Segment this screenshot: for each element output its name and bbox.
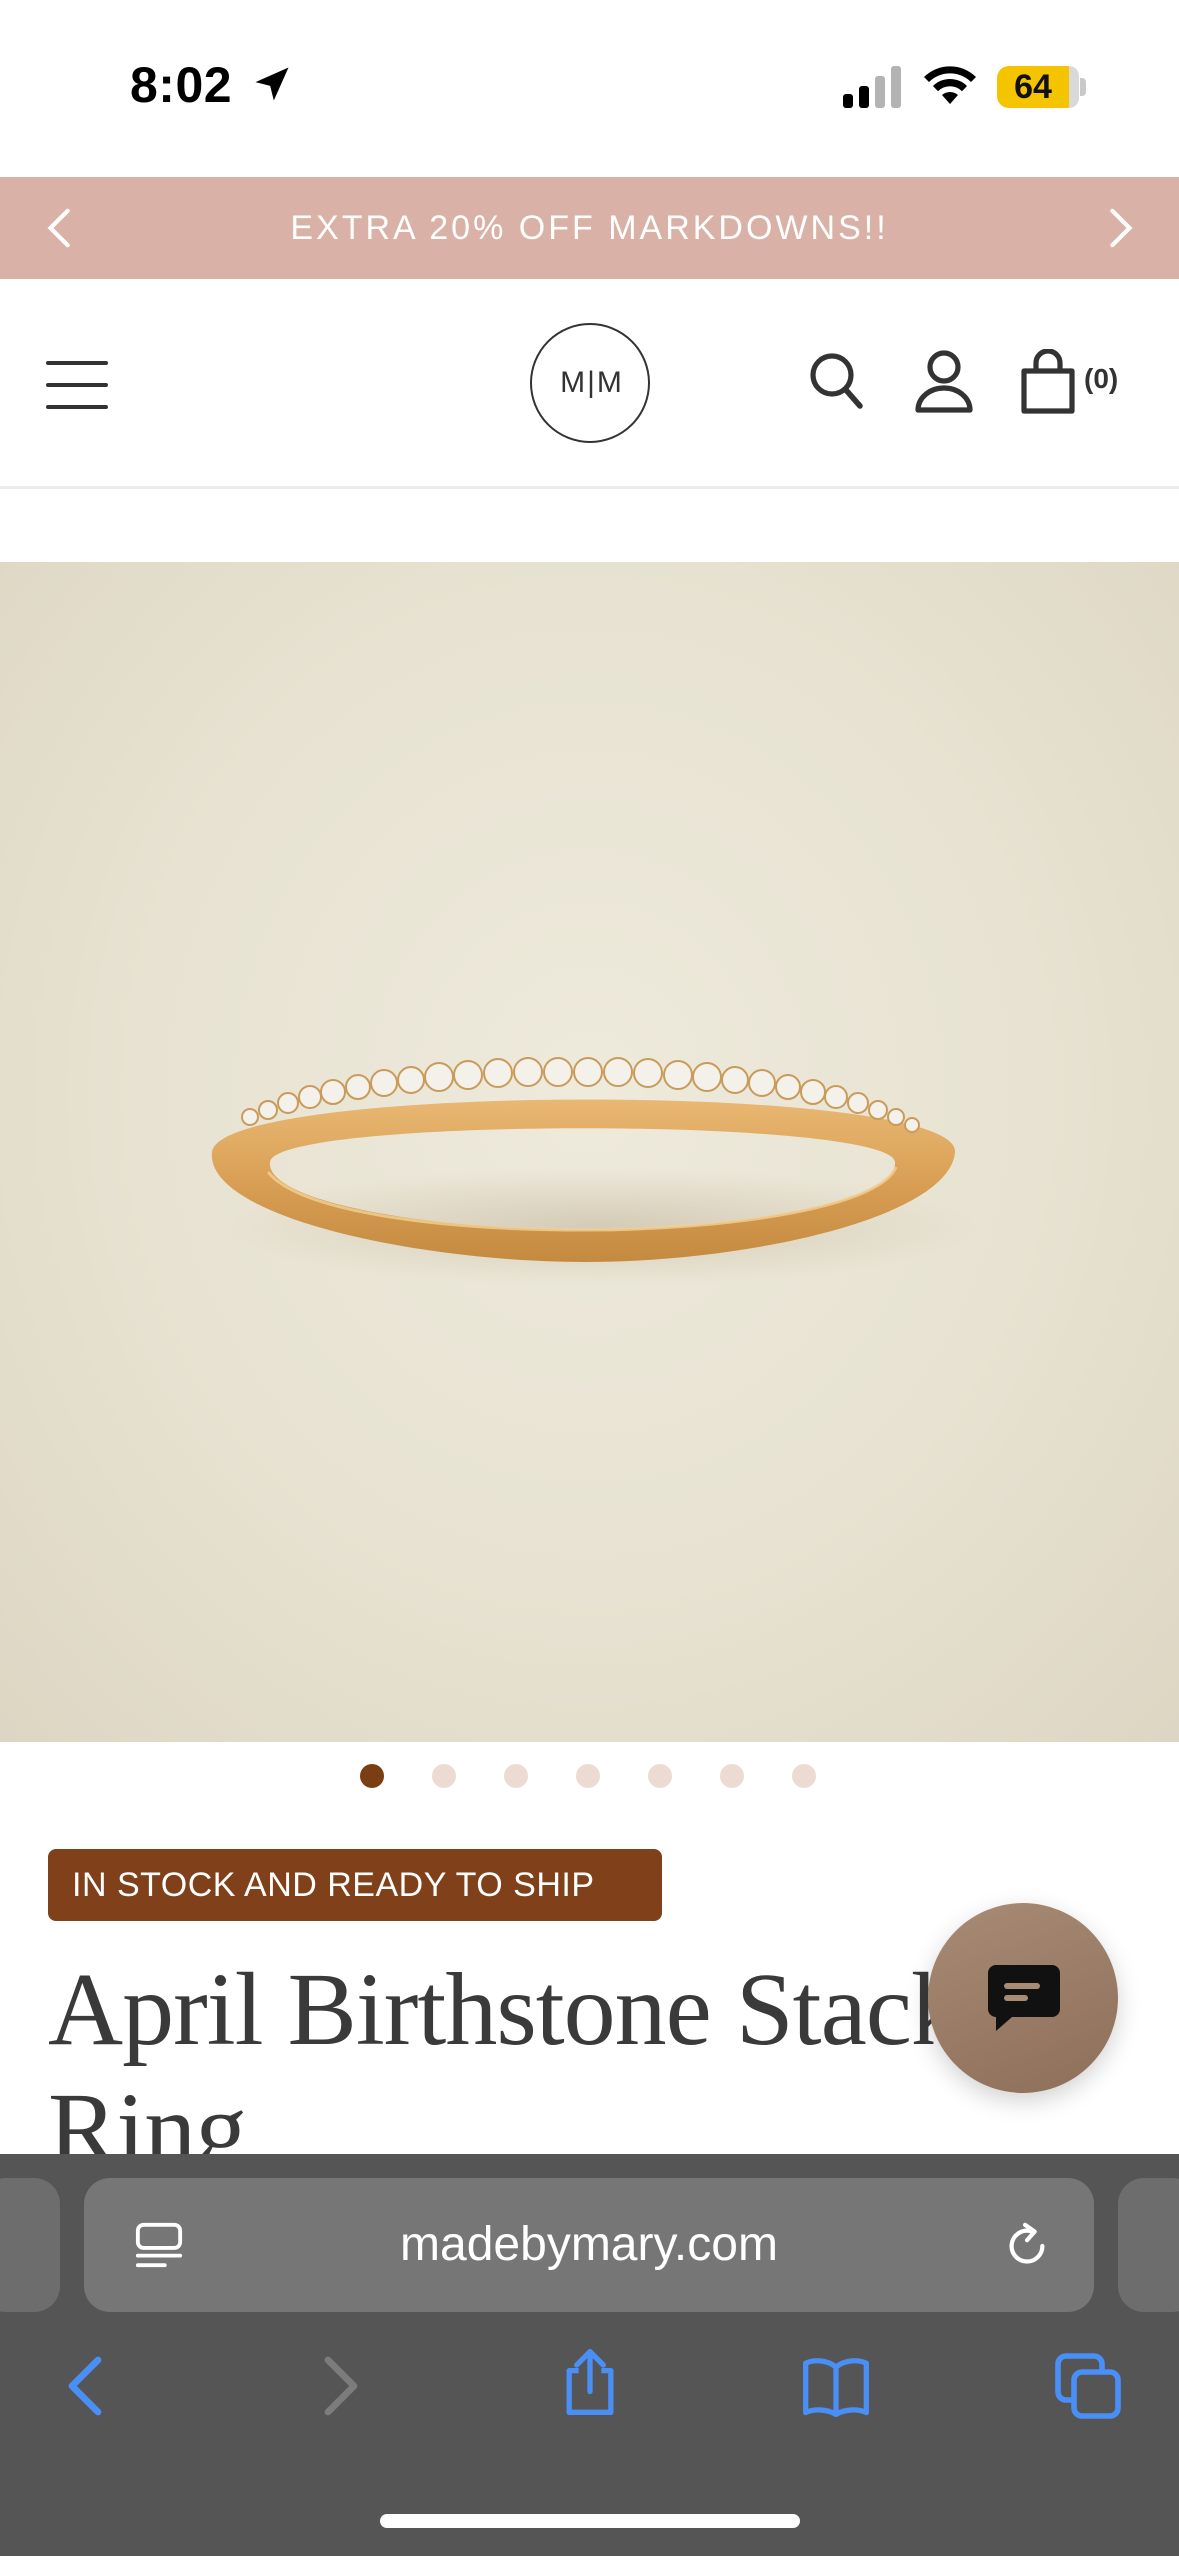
tabs-icon[interactable] bbox=[1052, 2350, 1124, 2422]
search-icon[interactable] bbox=[808, 351, 864, 411]
home-indicator bbox=[380, 2514, 800, 2528]
browser-chrome: madebymary.com bbox=[0, 2154, 1179, 2556]
hamburger-menu-icon[interactable] bbox=[46, 357, 108, 413]
carousel-dot[interactable] bbox=[360, 1764, 384, 1788]
logo-text: M|M bbox=[560, 366, 624, 399]
battery-empty-portion bbox=[1069, 66, 1079, 108]
site-header: M|M (0) bbox=[0, 279, 1179, 489]
carousel-dot[interactable] bbox=[792, 1764, 816, 1788]
wifi-icon bbox=[924, 66, 976, 104]
chat-button[interactable] bbox=[928, 1903, 1118, 2093]
user-icon[interactable] bbox=[914, 349, 974, 413]
cellular-signal-icon bbox=[843, 66, 901, 108]
bookmarks-icon[interactable] bbox=[800, 2350, 872, 2422]
carousel-dot[interactable] bbox=[504, 1764, 528, 1788]
status-bar: 8:02 64 bbox=[0, 0, 1179, 176]
previous-tab-preview[interactable] bbox=[0, 2178, 60, 2312]
battery-level: 64 bbox=[1014, 68, 1052, 106]
carousel-dot[interactable] bbox=[432, 1764, 456, 1788]
product-image[interactable] bbox=[0, 562, 1179, 1742]
chevron-right-icon[interactable] bbox=[1100, 207, 1140, 249]
next-tab-preview[interactable] bbox=[1118, 2178, 1179, 2312]
chevron-left-icon[interactable] bbox=[40, 207, 80, 249]
carousel-dot[interactable] bbox=[648, 1764, 672, 1788]
carousel-dot[interactable] bbox=[576, 1764, 600, 1788]
reload-icon[interactable] bbox=[1002, 2220, 1052, 2272]
address-bar[interactable]: madebymary.com bbox=[84, 2178, 1094, 2312]
back-arrow-icon[interactable] bbox=[50, 2350, 122, 2422]
battery-tip bbox=[1080, 78, 1086, 96]
chat-bubble-icon bbox=[988, 1965, 1060, 2031]
status-time: 8:02 bbox=[130, 57, 233, 113]
cart-count: (0) bbox=[1084, 363, 1119, 394]
site-logo[interactable]: M|M bbox=[530, 323, 650, 443]
shopping-bag-icon bbox=[1021, 349, 1075, 414]
carousel-dot[interactable] bbox=[720, 1764, 744, 1788]
url-text: madebymary.com bbox=[400, 2218, 778, 2271]
promo-text: EXTRA 20% OFF MARKDOWNS!! bbox=[290, 209, 889, 247]
location-arrow-icon bbox=[255, 67, 289, 101]
battery-indicator: 64 bbox=[997, 66, 1079, 108]
ring-illustration bbox=[211, 1057, 980, 1287]
forward-arrow-icon[interactable] bbox=[304, 2350, 376, 2422]
cart-button[interactable]: (0) bbox=[1020, 349, 1130, 415]
stock-status-badge: IN STOCK AND READY TO SHIP bbox=[48, 1849, 662, 1921]
share-icon[interactable] bbox=[554, 2346, 626, 2418]
promo-banner: EXTRA 20% OFF MARKDOWNS!! bbox=[0, 177, 1179, 279]
